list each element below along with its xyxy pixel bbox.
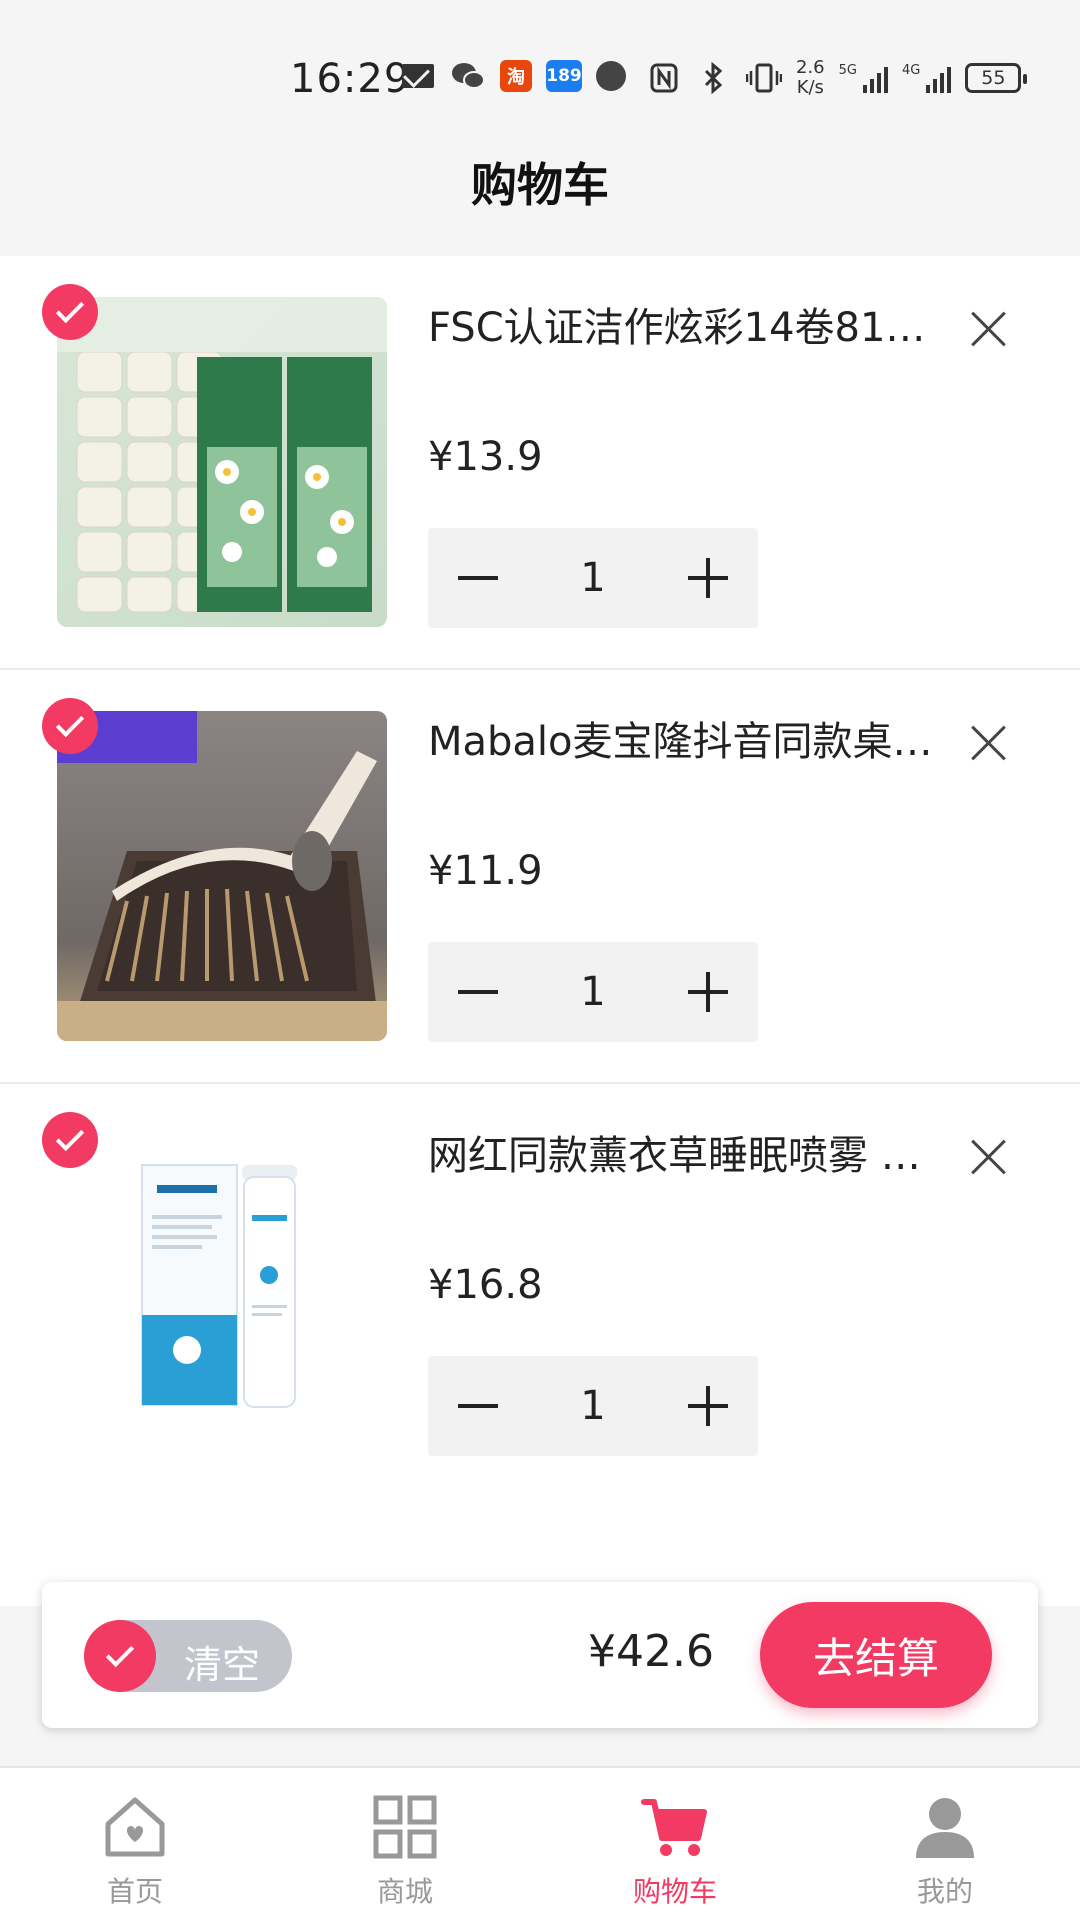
increase-button[interactable] <box>658 528 758 628</box>
decrease-button[interactable] <box>428 1356 528 1456</box>
close-icon[interactable] <box>966 720 1012 766</box>
nav-label: 商城 <box>376 1875 433 1908</box>
grid-icon <box>373 1795 437 1859</box>
bluetooth-icon <box>696 62 732 94</box>
nav-item-mine[interactable]: 我的 <box>810 1768 1080 1920</box>
checkmark-icon <box>105 1638 135 1668</box>
signal-sim1-icon: 5G <box>839 63 888 93</box>
checkmark-icon <box>55 708 85 738</box>
cart-item: FSC认证洁作炫彩14卷81… ¥13.9 1 <box>0 256 1080 670</box>
status-time: 16:29 <box>290 56 411 102</box>
cart-list: FSC认证洁作炫彩14卷81… ¥13.9 1 Mabalo麦宝隆抖音同款桌… … <box>0 256 1080 1606</box>
system-icons: 2.6 K/s 5G 4G 55 <box>646 58 1028 98</box>
quantity-stepper: 1 <box>428 942 758 1042</box>
sim2-type: 4G <box>902 63 921 78</box>
item-title[interactable]: Mabalo麦宝隆抖音同款桌… <box>428 714 948 770</box>
net-speed-unit: K/s <box>796 77 824 98</box>
item-select-checkbox[interactable] <box>42 284 98 340</box>
clear-toggle[interactable]: 清空 <box>84 1620 292 1692</box>
product-image[interactable] <box>57 711 387 1041</box>
nav-label: 购物车 <box>632 1875 717 1908</box>
net-speed-value: 2.6 <box>796 57 825 78</box>
close-icon[interactable] <box>966 1134 1012 1180</box>
checkmark-icon <box>55 1122 85 1152</box>
bottom-nav: 首页 商城 购物车 我的 <box>0 1766 1080 1920</box>
increase-button[interactable] <box>658 1356 758 1456</box>
checkout-button[interactable]: 去结算 <box>760 1602 992 1708</box>
nav-item-cart[interactable]: 购物车 <box>540 1768 810 1920</box>
item-title[interactable]: FSC认证洁作炫彩14卷81… <box>428 300 948 356</box>
page-title: 购物车 <box>471 158 609 212</box>
notification-icons: 淘 189 <box>400 60 626 92</box>
quantity-stepper: 1 <box>428 1356 758 1456</box>
close-icon[interactable] <box>966 306 1012 352</box>
net-speed: 2.6 K/s <box>796 58 825 98</box>
increase-button[interactable] <box>658 942 758 1042</box>
mail-icon <box>400 60 436 92</box>
select-all-checkbox[interactable] <box>84 1620 156 1692</box>
quantity-value[interactable]: 1 <box>528 969 658 1015</box>
nav-item-mall[interactable]: 商城 <box>270 1768 540 1920</box>
product-image[interactable] <box>57 297 387 627</box>
quantity-stepper: 1 <box>428 528 758 628</box>
quantity-value[interactable]: 1 <box>528 1383 658 1429</box>
clear-label: 清空 <box>184 1643 261 1687</box>
checkout-bar: 清空 ¥42.6 去结算 <box>42 1582 1038 1728</box>
item-select-checkbox[interactable] <box>42 698 98 754</box>
nfc-icon <box>646 62 682 94</box>
user-icon <box>916 1798 974 1858</box>
app-root: 16:29 淘 189 2.6 K/s 5G 4G 55 购物车 FSC认证洁作… <box>0 0 1080 1920</box>
cart-item: 网红同款薰衣草睡眠喷雾 … ¥16.8 1 <box>0 1084 1080 1498</box>
item-title[interactable]: 网红同款薰衣草睡眠喷雾 … <box>428 1128 948 1184</box>
item-price: ¥16.8 <box>428 1262 543 1308</box>
voice-app-icon <box>596 61 626 91</box>
battery-icon: 55 <box>965 63 1028 93</box>
signal-sim2-icon: 4G <box>902 63 952 93</box>
app-189-icon: 189 <box>546 60 582 92</box>
cart-icon <box>641 1799 707 1856</box>
home-icon <box>105 1797 165 1857</box>
battery-level: 55 <box>981 67 1006 89</box>
vibrate-icon <box>746 62 782 94</box>
item-price: ¥13.9 <box>428 434 543 480</box>
item-price: ¥11.9 <box>428 848 543 894</box>
sim1-type: 5G <box>838 63 857 78</box>
nav-item-home[interactable]: 首页 <box>0 1768 270 1920</box>
wechat-icon <box>450 60 486 92</box>
quantity-value[interactable]: 1 <box>528 555 658 601</box>
item-select-checkbox[interactable] <box>42 1112 98 1168</box>
product-image[interactable] <box>57 1125 387 1455</box>
cart-item: Mabalo麦宝隆抖音同款桌… ¥11.9 1 <box>0 670 1080 1084</box>
status-bar: 16:29 淘 189 2.6 K/s 5G 4G 55 <box>0 0 1080 150</box>
decrease-button[interactable] <box>428 528 528 628</box>
nav-label: 首页 <box>106 1875 163 1908</box>
checkmark-icon <box>55 294 85 324</box>
decrease-button[interactable] <box>428 942 528 1042</box>
total-price: ¥42.6 <box>588 1626 714 1677</box>
taobao-icon: 淘 <box>500 60 532 92</box>
nav-label: 我的 <box>916 1875 973 1908</box>
